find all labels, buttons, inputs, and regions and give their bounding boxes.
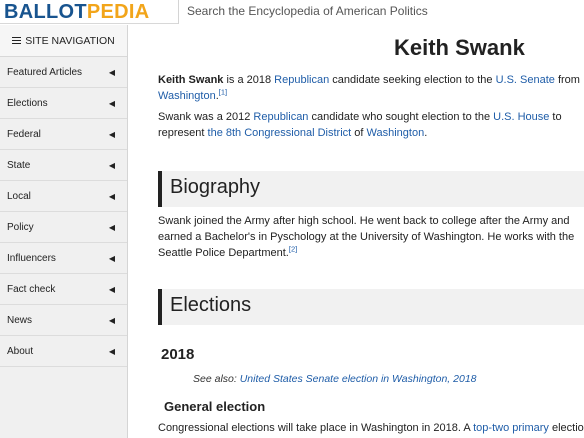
nav-item-label: Local <box>7 190 31 202</box>
link-washington-2[interactable]: Washington <box>367 127 425 139</box>
subsection-heading-general-election: General election <box>164 399 266 414</box>
text-run: from <box>554 74 580 86</box>
nav-item-news[interactable]: News ◀ <box>0 305 127 336</box>
nav-item-local[interactable]: Local ◀ <box>0 181 127 212</box>
reference-2[interactable]: [2] <box>289 244 297 253</box>
section-heading-elections: Elections <box>158 289 584 325</box>
link-us-senate[interactable]: U.S. Senate <box>496 74 555 86</box>
caret-left-icon: ◀ <box>108 346 115 356</box>
subject-name: Keith Swank <box>158 74 224 86</box>
section-heading-biography: Biography <box>158 171 584 207</box>
text-run: candidate who sought election to the <box>308 111 494 123</box>
nav-item-federal[interactable]: Federal ◀ <box>0 119 127 150</box>
caret-left-icon: ◀ <box>108 67 115 77</box>
search-input[interactable]: Search the Encyclopedia of American Poli… <box>178 0 584 24</box>
nav-item-about[interactable]: About ◀ <box>0 336 127 367</box>
link-washington[interactable]: Washington <box>158 90 216 102</box>
link-top-two-primary[interactable]: top-two primary <box>473 422 549 434</box>
reference-1[interactable]: [1] <box>219 87 227 96</box>
text-run: of <box>351 127 367 139</box>
subsection-heading-2018: 2018 <box>161 346 195 363</box>
link-8th-congressional-district[interactable]: the 8th Congressional District <box>208 127 352 139</box>
nav-item-state[interactable]: State ◀ <box>0 150 127 181</box>
link-republican[interactable]: Republican <box>274 74 329 86</box>
logo-text-ballot: BALLOT <box>4 1 87 23</box>
nav-item-policy[interactable]: Policy ◀ <box>0 212 127 243</box>
top-bar: BALLOTPEDIA Search the Encyclopedia of A… <box>0 0 584 24</box>
nav-item-label: Policy <box>7 221 34 233</box>
text-run: is a 2018 <box>223 74 275 86</box>
text-run: candidate seeking election to the <box>329 74 496 86</box>
page-title: Keith Swank <box>394 35 525 60</box>
nav-item-label: About <box>7 345 34 357</box>
article-content: Keith Swank Keith Swank is a 2018 Republ… <box>129 25 584 438</box>
caret-left-icon: ◀ <box>108 98 115 108</box>
intro-paragraph-1: Keith Swank is a 2018 Republican candida… <box>158 72 584 104</box>
nav-item-featured-articles[interactable]: Featured Articles ◀ <box>0 57 127 88</box>
intro-paragraph-2: Swank was a 2012 Republican candidate wh… <box>158 109 584 141</box>
nav-item-label: State <box>7 159 31 171</box>
link-republican-2012[interactable]: Republican <box>253 111 308 123</box>
section-heading-text: Elections <box>170 294 252 316</box>
link-senate-election-washington-2018[interactable]: United States Senate election in Washing… <box>240 373 477 385</box>
caret-left-icon: ◀ <box>108 129 115 139</box>
nav-item-label: Fact check <box>7 283 56 295</box>
nav-item-label: Influencers <box>7 252 56 264</box>
site-navigation-title: SITE NAVIGATION <box>25 34 115 47</box>
nav-item-label: Elections <box>7 97 48 109</box>
caret-left-icon: ◀ <box>108 284 115 294</box>
nav-item-label: News <box>7 314 33 326</box>
logo-text-pedia: PEDIA <box>86 1 150 23</box>
caret-left-icon: ◀ <box>108 315 115 325</box>
text-run: Swank was a 2012 <box>158 111 254 123</box>
nav-item-influencers[interactable]: Influencers ◀ <box>0 243 127 274</box>
nav-item-label: Federal <box>7 128 41 140</box>
text-run: election <box>551 422 584 434</box>
text-run: Congressional elections will take place … <box>158 422 474 434</box>
caret-left-icon: ◀ <box>108 222 115 232</box>
caret-left-icon: ◀ <box>108 191 115 201</box>
see-also-note: See also: United States Senate election … <box>193 373 477 385</box>
text-run: . <box>424 127 428 139</box>
text-run: Swank joined the Army after high school.… <box>158 215 575 259</box>
section-heading-text: Biography <box>170 176 261 198</box>
nav-item-label: Featured Articles <box>7 66 83 78</box>
see-also-label: See also: <box>193 373 240 385</box>
hamburger-icon <box>12 35 22 46</box>
ballotpedia-logo[interactable]: BALLOTPEDIA <box>4 1 150 23</box>
site-navigation-sidebar: SITE NAVIGATION Featured Articles ◀ Elect… <box>0 25 128 438</box>
caret-left-icon: ◀ <box>108 253 115 263</box>
caret-left-icon: ◀ <box>108 160 115 170</box>
link-us-house[interactable]: U.S. House <box>493 111 549 123</box>
biography-paragraph: Swank joined the Army after high school.… <box>158 213 584 261</box>
site-navigation-toggle[interactable]: SITE NAVIGATION <box>0 25 127 57</box>
general-election-paragraph: Congressional elections will take place … <box>158 420 584 436</box>
nav-item-fact-check[interactable]: Fact check ◀ <box>0 274 127 305</box>
nav-item-elections[interactable]: Elections ◀ <box>0 88 127 119</box>
